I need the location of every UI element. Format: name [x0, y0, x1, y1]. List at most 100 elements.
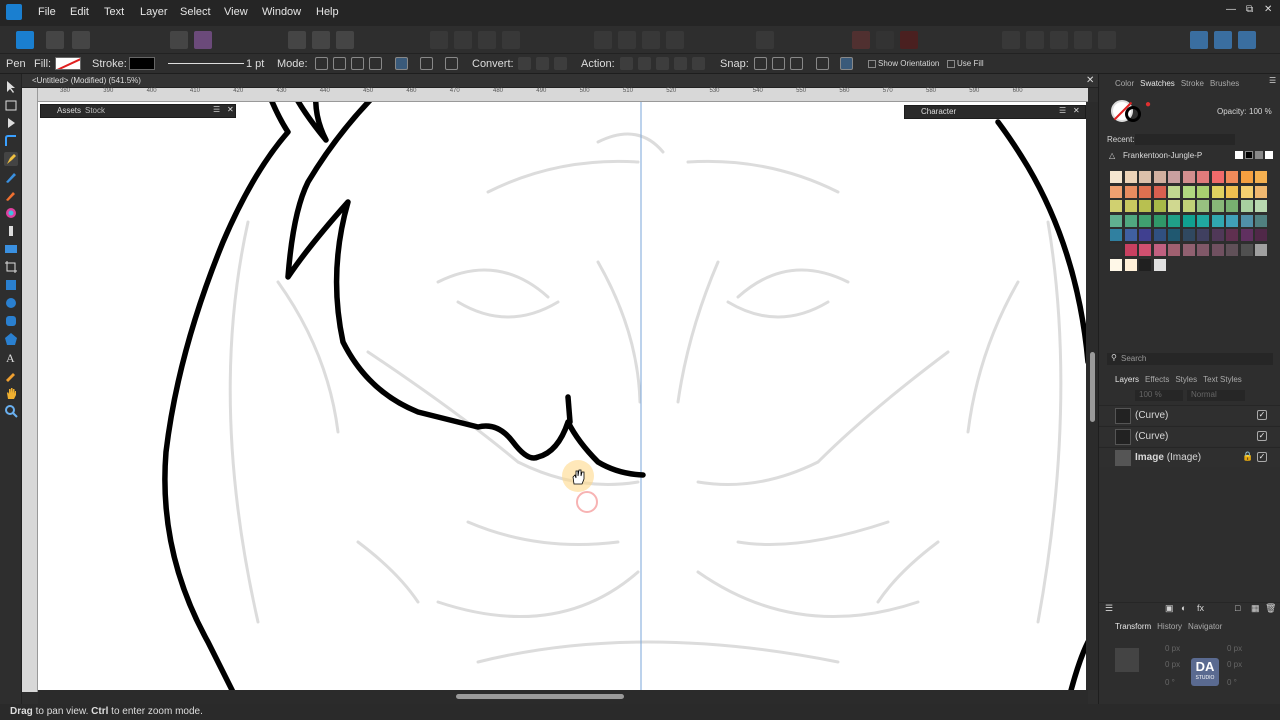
color-swatch[interactable] [1138, 184, 1152, 199]
snap-icon[interactable] [772, 57, 785, 70]
action-icon[interactable] [656, 57, 669, 70]
close-document-icon[interactable]: ✕ [1086, 75, 1094, 86]
autoclose-icon[interactable] [445, 57, 458, 70]
convert-smooth-icon[interactable] [536, 57, 549, 70]
panel-close-icon[interactable]: ✕ [1073, 106, 1080, 115]
color-swatch[interactable] [1152, 243, 1167, 257]
vertical-scroll-thumb[interactable] [1090, 352, 1095, 422]
color-swatch[interactable] [1138, 213, 1152, 228]
convert-smart-icon[interactable] [554, 57, 567, 70]
rectangle-tool-icon[interactable] [4, 278, 18, 292]
arrange-icon[interactable] [454, 31, 472, 49]
color-swatch[interactable] [1123, 199, 1138, 214]
shape-mode-icon[interactable] [420, 57, 433, 70]
transparency-tool-icon[interactable] [4, 224, 18, 238]
flip-icon[interactable] [594, 31, 612, 49]
horizontal-scrollbar[interactable] [38, 690, 1088, 704]
menu-select[interactable]: Select [180, 6, 211, 18]
horizontal-ruler[interactable]: 380 390 400 410 420 430 440 450 460 470 480 490 500 5… [38, 88, 1088, 102]
color-swatch[interactable] [1138, 243, 1152, 257]
color-swatch[interactable] [1123, 170, 1138, 184]
color-swatch[interactable] [1152, 184, 1167, 199]
color-swatch[interactable] [1181, 170, 1196, 184]
color-swatch[interactable] [1239, 199, 1254, 214]
layer-row[interactable]: Image (Image) 🔒 ✓ [1099, 447, 1280, 467]
transform-shear[interactable]: 0 ° [1227, 678, 1237, 687]
ellipse-tool-icon[interactable] [4, 296, 18, 310]
layer-visible-checkbox[interactable]: ✓ [1257, 452, 1267, 462]
rounded-rectangle-tool-icon[interactable] [4, 314, 18, 328]
share-icon[interactable] [1214, 31, 1232, 49]
color-swatch[interactable] [1152, 170, 1167, 184]
color-swatch[interactable] [1181, 184, 1196, 199]
rotate-icon[interactable] [642, 31, 660, 49]
stock-tab[interactable]: Stock [85, 106, 105, 115]
corner-tool-icon[interactable] [4, 134, 18, 148]
pencil-tool-icon[interactable] [4, 170, 18, 184]
drawing-area[interactable] [38, 102, 1086, 690]
color-swatch[interactable] [1210, 184, 1225, 199]
pen-mode-icon[interactable] [315, 57, 328, 70]
color-swatch[interactable] [1123, 243, 1138, 257]
color-swatch[interactable] [1109, 228, 1123, 243]
panel-menu-icon[interactable]: ☰ [1269, 76, 1276, 85]
show-orientation-checkbox[interactable] [868, 60, 876, 68]
color-swatch[interactable] [1196, 184, 1210, 199]
delete-layer-icon[interactable]: 🗑 [1265, 603, 1276, 614]
smart-mode-icon[interactable] [333, 57, 346, 70]
color-swatch[interactable] [1196, 243, 1210, 257]
boolean-icon[interactable] [1026, 31, 1044, 49]
account-icon[interactable] [1190, 31, 1208, 49]
artboard-tool-icon[interactable] [4, 98, 18, 112]
color-swatch[interactable] [1239, 213, 1254, 228]
vector-brush-tool-icon[interactable] [4, 188, 18, 202]
color-swatch[interactable] [1254, 199, 1268, 214]
menu-file[interactable]: File [38, 6, 56, 18]
stroke-swatch[interactable] [129, 57, 155, 70]
color-swatch[interactable] [1138, 199, 1152, 214]
action-icon[interactable] [692, 57, 705, 70]
color-swatch[interactable] [1109, 170, 1123, 184]
designer-persona-icon[interactable] [16, 31, 34, 49]
color-swatch[interactable] [1109, 213, 1123, 228]
vertical-ruler[interactable] [22, 88, 38, 692]
blend-mode-select[interactable]: Normal [1187, 390, 1245, 401]
layer-opacity[interactable]: 100 % [1135, 390, 1183, 401]
boolean-icon[interactable] [1050, 31, 1068, 49]
grey-swatch-icon[interactable] [1255, 151, 1263, 159]
color-swatch[interactable] [1167, 199, 1181, 214]
tab-text-styles[interactable]: Text Styles [1203, 375, 1242, 384]
action-icon[interactable] [638, 57, 651, 70]
color-swatch[interactable] [1152, 199, 1167, 214]
snap-icon[interactable] [790, 57, 803, 70]
color-swatch[interactable] [1210, 199, 1225, 214]
menu-edit[interactable]: Edit [70, 6, 89, 18]
color-swatch[interactable] [1152, 257, 1167, 272]
minimize-icon[interactable]: — [1226, 4, 1236, 15]
assets-tab[interactable]: Assets [57, 106, 81, 115]
snap-icon[interactable] [754, 57, 767, 70]
white-swatch-icon[interactable] [1265, 151, 1273, 159]
color-swatch[interactable] [1254, 243, 1268, 257]
color-swatch[interactable] [1254, 170, 1268, 184]
color-swatch[interactable] [1109, 199, 1123, 214]
color-swatch[interactable] [1225, 243, 1239, 257]
color-swatch[interactable] [1109, 243, 1123, 257]
document-tab[interactable]: <Untitled> (Modified) (541.5%) ✕ [22, 74, 1098, 88]
color-swatch[interactable] [1138, 170, 1152, 184]
color-swatch[interactable] [1109, 184, 1123, 199]
text-tool-icon[interactable]: A [4, 350, 18, 364]
color-swatch[interactable] [1239, 243, 1254, 257]
boolean-icon[interactable] [1074, 31, 1092, 49]
boolean-icon[interactable] [1002, 31, 1020, 49]
stroke-color-well[interactable] [1125, 106, 1141, 122]
layers-stack-icon[interactable]: ☰ [1105, 603, 1113, 614]
color-swatch[interactable] [1225, 213, 1239, 228]
color-swatch[interactable] [1181, 243, 1196, 257]
menu-text[interactable]: Text [104, 6, 124, 18]
polygon-mode-icon[interactable] [351, 57, 364, 70]
color-swatch[interactable] [1254, 184, 1268, 199]
horizontal-scroll-thumb[interactable] [456, 694, 624, 699]
adjustment-icon[interactable]: ◐ [1181, 603, 1186, 613]
panel-menu-icon[interactable]: ☰ [213, 105, 220, 114]
